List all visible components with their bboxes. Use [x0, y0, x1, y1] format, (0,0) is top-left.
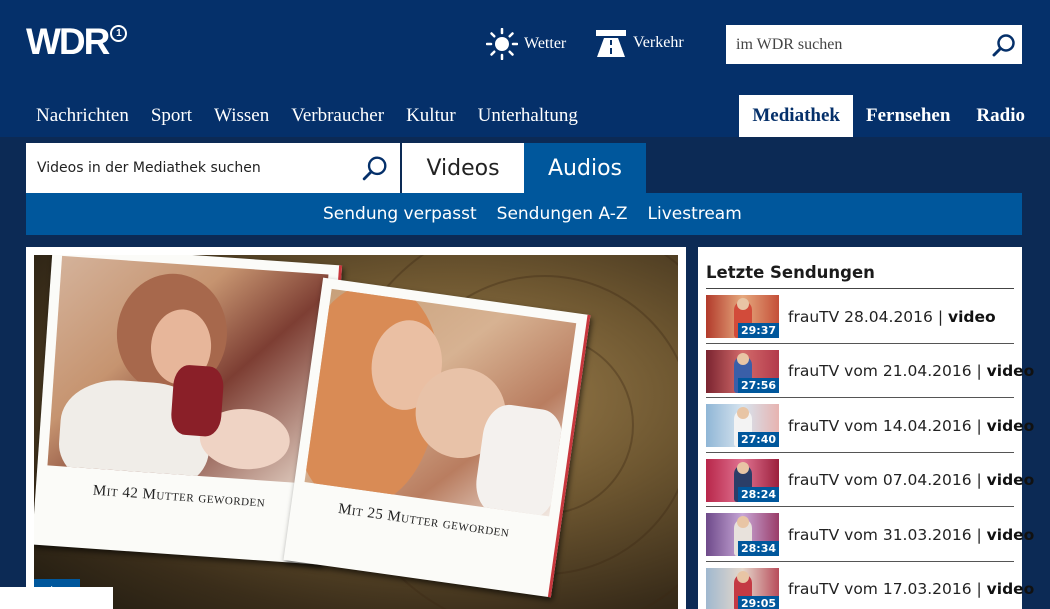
- list-item[interactable]: 28:34 frauTV vom 31.03.2016 | video: [706, 507, 1034, 562]
- main-navigation: Nachrichten Sport Wissen Verbraucher Kul…: [26, 95, 578, 137]
- tab-videos[interactable]: Videos: [402, 143, 524, 193]
- recent-episodes-title: Letzte Sendungen: [706, 247, 1014, 289]
- episode-title[interactable]: frauTV vom 14.04.2016 | video: [788, 417, 1034, 435]
- episode-title[interactable]: frauTV vom 17.03.2016 | video: [788, 580, 1034, 598]
- episode-thumbnail[interactable]: 27:56: [706, 349, 779, 393]
- episode-date: frauTV vom 17.03.2016 |: [788, 580, 987, 599]
- presenter-head: [737, 570, 749, 583]
- list-item[interactable]: 27:56 frauTV vom 21.04.2016 | video: [706, 344, 1034, 398]
- episode-date: frauTV vom 31.03.2016 |: [788, 525, 987, 544]
- scarf-shape: [169, 364, 225, 438]
- episode-type: video: [986, 471, 1035, 490]
- episode-thumbnail[interactable]: 28:24: [706, 458, 779, 502]
- tab-audios[interactable]: Audios: [524, 143, 646, 193]
- mediathek-search: [26, 143, 400, 193]
- sun-icon: [486, 28, 518, 60]
- episode-thumbnail[interactable]: 29:05: [706, 567, 779, 609]
- list-item[interactable]: 28:24 frauTV vom 07.04.2016 | video: [706, 453, 1034, 507]
- nav-item-kultur[interactable]: Kultur: [406, 105, 456, 127]
- list-item[interactable]: 27:40 frauTV vom 14.04.2016 | video: [706, 398, 1034, 453]
- duration-badge: 27:56: [737, 377, 779, 393]
- mother-baby-photo: [47, 255, 329, 485]
- nav-item-wissen[interactable]: Wissen: [214, 105, 269, 127]
- episode-title[interactable]: frauTV vom 21.04.2016 | video: [788, 362, 1034, 380]
- site-search: [726, 25, 1022, 64]
- episode-type: video: [986, 525, 1035, 544]
- polaroid-photo-right: Mit 25 Mutter geworden: [283, 277, 591, 598]
- mediathek-subnav: Sendung verpasst Sendungen A-Z Livestrea…: [26, 193, 1022, 235]
- nav-item-radio[interactable]: Radio: [963, 95, 1038, 137]
- episode-type: video: [947, 307, 996, 326]
- search-icon: [992, 33, 1015, 56]
- nav-item-unterhaltung[interactable]: Unterhaltung: [478, 105, 578, 127]
- episode-title[interactable]: frauTV 28.04.2016 | video: [788, 308, 996, 326]
- episode-date: frauTV vom 14.04.2016 |: [788, 416, 987, 435]
- weather-label: Wetter: [524, 35, 567, 52]
- nav-item-mediathek[interactable]: Mediathek: [739, 95, 853, 137]
- presenter-head: [737, 352, 749, 365]
- nav-item-sport[interactable]: Sport: [151, 105, 192, 127]
- subnav-sendungen-az[interactable]: Sendungen A-Z: [497, 204, 628, 224]
- polaroid-caption-left: Mit 42 Mutter geworden: [92, 482, 266, 511]
- logo-text: WDR: [26, 21, 110, 62]
- nav-item-nachrichten[interactable]: Nachrichten: [36, 105, 129, 127]
- episode-title[interactable]: frauTV vom 07.04.2016 | video: [788, 471, 1034, 489]
- episode-thumbnail[interactable]: 27:40: [706, 404, 779, 448]
- mediathek-search-button[interactable]: [350, 143, 400, 193]
- episode-thumbnail[interactable]: 28:34: [706, 513, 779, 557]
- overlay-patch: [0, 587, 113, 609]
- episode-date: frauTV 28.04.2016 |: [788, 307, 948, 326]
- episode-date: frauTV vom 07.04.2016 |: [788, 471, 987, 490]
- mother-baby-photo: [304, 288, 577, 517]
- episode-type: video: [986, 580, 1035, 599]
- search-icon: [362, 156, 387, 181]
- duration-badge: 29:37: [737, 323, 779, 339]
- ard-badge-icon: 1: [110, 25, 128, 42]
- episode-thumbnail[interactable]: 29:37: [706, 295, 779, 339]
- weather-link[interactable]: Wetter: [486, 28, 566, 60]
- list-item[interactable]: 29:37 frauTV 28.04.2016 | video: [706, 289, 1014, 344]
- wdr-logo[interactable]: WDR 1: [26, 21, 128, 62]
- list-item[interactable]: 29:05 frauTV vom 17.03.2016 | video: [706, 562, 1034, 609]
- mediathek-search-input[interactable]: [37, 160, 350, 176]
- recent-episodes-panel: Letzte Sendungen 29:37 frauTV 28.04.2016…: [698, 247, 1034, 609]
- featured-image[interactable]: Mit 42 Mutter geworden Mit 25 Mutter gew…: [34, 255, 678, 609]
- episode-date: frauTV vom 21.04.2016 |: [788, 362, 987, 381]
- featured-teaser[interactable]: Mit 42 Mutter geworden Mit 25 Mutter gew…: [26, 247, 686, 609]
- episode-type: video: [986, 362, 1035, 381]
- duration-badge: 28:34: [737, 541, 779, 557]
- site-search-input[interactable]: [736, 35, 986, 54]
- traffic-label: Verkehr: [633, 34, 684, 51]
- presenter-head: [737, 461, 749, 474]
- media-navigation: Mediathek Fernsehen Radio: [739, 95, 1038, 137]
- duration-badge: 27:40: [737, 432, 779, 448]
- subnav-sendung-verpasst[interactable]: Sendung verpasst: [323, 204, 477, 224]
- nav-item-fernsehen[interactable]: Fernsehen: [853, 95, 963, 137]
- subnav-livestream[interactable]: Livestream: [648, 204, 742, 224]
- site-search-button[interactable]: [986, 25, 1022, 64]
- duration-badge: 28:24: [737, 486, 779, 502]
- episode-type: video: [986, 416, 1035, 435]
- nav-item-verbraucher[interactable]: Verbraucher: [291, 105, 384, 127]
- traffic-link[interactable]: Verkehr: [595, 28, 684, 58]
- duration-badge: 29:05: [737, 595, 779, 609]
- road-icon: [596, 30, 626, 57]
- episode-title[interactable]: frauTV vom 31.03.2016 | video: [788, 526, 1034, 544]
